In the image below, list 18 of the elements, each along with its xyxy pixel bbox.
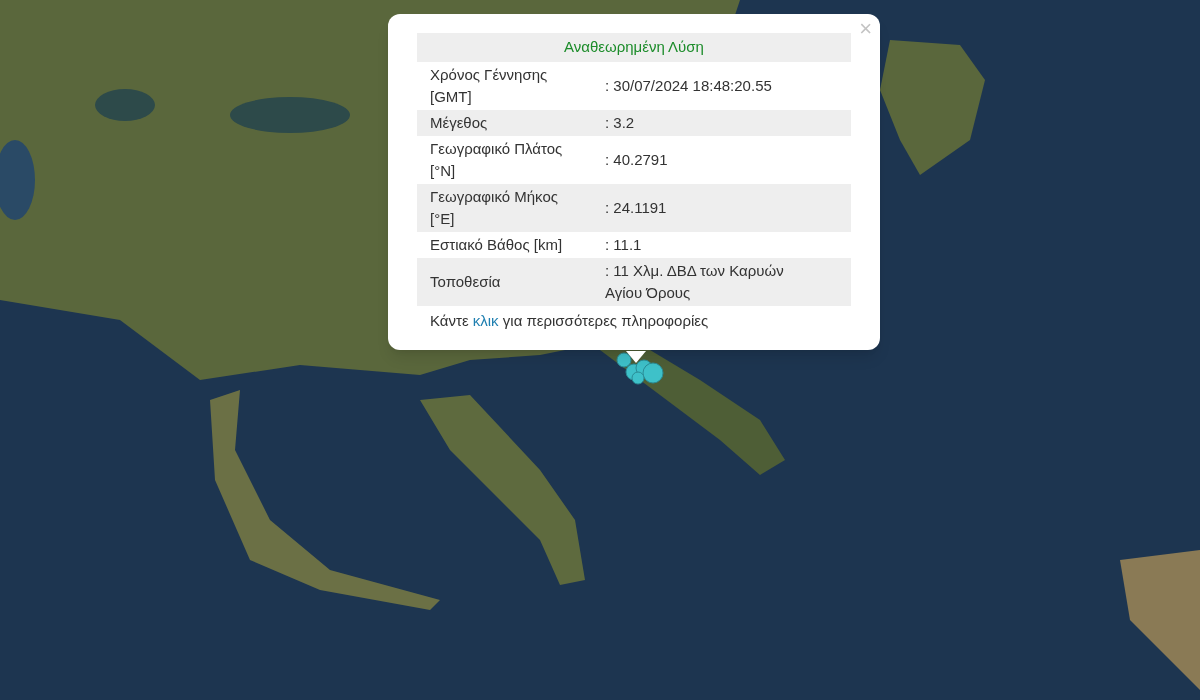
field-label: Γεωγραφικό Πλάτος [°N] [429, 138, 564, 181]
field-label: Γεωγραφικό Μήκος [°E] [429, 186, 559, 229]
field-label: Μέγεθος [429, 112, 489, 133]
field-value: : 11.1 [605, 234, 643, 255]
more-info-link[interactable]: κλικ [472, 311, 499, 329]
field-value: : 24.1191 [605, 197, 668, 218]
field-label: Εστιακό Βάθος [km] [429, 234, 564, 255]
field-value: : 30/07/2024 18:48:20.55 [605, 75, 773, 96]
popup-title: Αναθεωρημένη Λύση [417, 33, 851, 62]
earthquake-marker[interactable] [616, 352, 632, 368]
field-label: Χρόνος Γέννησης [GMT] [429, 64, 549, 107]
field-value: : 40.2791 [605, 149, 669, 170]
more-info-text: Κάντε κλικ για περισσότερες πληροφορίες [429, 310, 710, 331]
field-value: : 11 Χλμ. ΔΒΔ των Καρυών Αγίου Όρους [605, 260, 785, 303]
field-value: : 3.2 [605, 112, 636, 133]
earthquake-marker[interactable] [631, 371, 645, 385]
earthquake-marker[interactable] [642, 362, 664, 384]
field-label: Τοποθεσία [429, 271, 502, 292]
